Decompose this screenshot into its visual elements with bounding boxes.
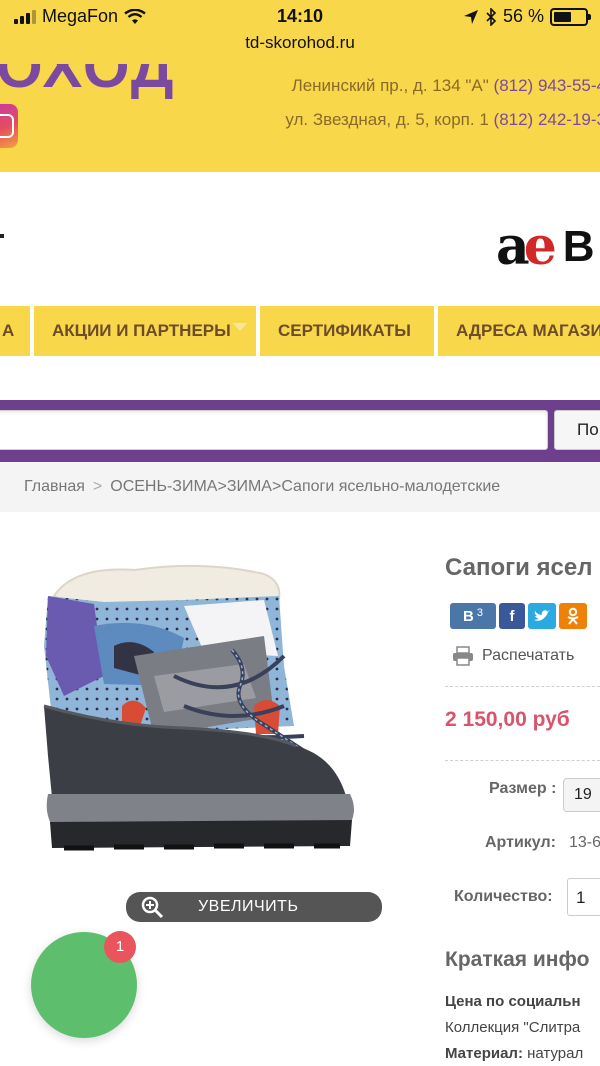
product-price: 2 150,00 руб (445, 708, 570, 731)
status-bar: MegaFon 14:10 56 % td-skorohod.ru (0, 0, 600, 64)
divider (445, 760, 600, 761)
instagram-icon[interactable] (0, 104, 18, 148)
size-label: Размер : (489, 780, 557, 797)
store-address-1: Ленинский пр., д. 134 "А" (812) 943-55-4 (292, 76, 600, 96)
facebook-share-button[interactable]: f (499, 603, 525, 629)
chat-unread-badge: 1 (104, 931, 136, 963)
site-logo[interactable]: ОХОД (0, 64, 175, 101)
address-text: Ленинский пр., д. 134 "А" (291, 76, 489, 95)
site-header: ОХОД Ленинский пр., д. 134 "А" (812) 943… (0, 64, 600, 172)
print-link[interactable]: Распечатать (452, 646, 574, 666)
breadcrumb-separator: > (92, 478, 103, 495)
nav-item-promotions[interactable]: АКЦИИ И ПАРТНЕРЫ (34, 306, 256, 356)
address-phone[interactable]: (812) 242-19-3 (494, 110, 600, 129)
status-right: 56 % (463, 6, 591, 27)
short-info-title: Краткая инфо (445, 948, 590, 971)
nav-item-store-addresses[interactable]: АДРЕСА МАГАЗИ (438, 306, 600, 356)
main-nav: А АКЦИИ И ПАРТНЕРЫ СЕРТИФИКАТЫ АДРЕСА МА… (0, 302, 600, 358)
product-title: Сапоги ясел (445, 554, 593, 581)
size-select[interactable]: 19 (563, 778, 600, 812)
print-label: Распечатать (482, 647, 575, 664)
store-address-2: ул. Звездная, д. 5, корп. 1 (812) 242-19… (285, 110, 600, 130)
battery-icon (550, 7, 591, 26)
product-image[interactable] (34, 556, 374, 896)
logo-edge (0, 234, 4, 238)
zoom-in-icon (141, 896, 164, 919)
nav-item-catalog[interactable]: А (0, 306, 30, 356)
search-input[interactable] (0, 410, 548, 450)
quantity-input[interactable]: 1 (567, 878, 600, 916)
info-line-social-price: Цена по социальн (445, 993, 581, 1010)
info-line-collection: Коллекция "Слитра (445, 1019, 581, 1036)
share-buttons: В3 f (450, 603, 587, 629)
partner-logo[interactable]: ae B (496, 216, 595, 277)
breadcrumb-home[interactable]: Главная (24, 478, 85, 495)
breadcrumb: Главная > ОСЕНЬ-ЗИМА>ЗИМА>Сапоги ясельно-м… (0, 462, 600, 512)
material-value: натурал (527, 1045, 584, 1062)
address-text: ул. Звездная, д. 5, корп. 1 (285, 110, 489, 129)
zoom-label: УВЕЛИЧИТЬ (198, 898, 299, 915)
partner-logo-mark: ae (496, 216, 557, 277)
divider (445, 686, 600, 687)
dropdown-caret-icon (232, 323, 247, 331)
odnoklassniki-icon (567, 607, 579, 625)
breadcrumb-path[interactable]: ОСЕНЬ-ЗИМА>ЗИМА>Сапоги ясельно-малодетск… (110, 478, 500, 495)
brand-band: ae B (0, 172, 600, 302)
vk-share-count: 3 (476, 607, 483, 619)
info-line-material: Материал: натурал (445, 1045, 583, 1062)
twitter-bird-icon (534, 610, 550, 621)
partner-logo-text: B (562, 221, 595, 271)
zoom-button[interactable]: УВЕЛИЧИТЬ (126, 892, 382, 922)
location-arrow-icon (463, 9, 478, 24)
odnoklassniki-share-button[interactable] (559, 603, 587, 629)
article-value: 13-6 (569, 834, 600, 851)
twitter-share-button[interactable] (528, 603, 556, 629)
quantity-label: Количество: (454, 888, 553, 905)
bluetooth-icon (486, 7, 497, 26)
article-label: Артикул: (485, 834, 556, 851)
search-button[interactable]: По (554, 410, 600, 450)
vk-share-button[interactable]: В3 (450, 603, 496, 629)
address-phone[interactable]: (812) 943-55-4 (494, 76, 600, 95)
material-label: Материал: (445, 1045, 523, 1062)
search-bar: По (0, 400, 600, 462)
nav-item-certificates[interactable]: СЕРТИФИКАТЫ (260, 306, 434, 356)
printer-icon (453, 646, 473, 666)
address-bar-url[interactable]: td-skorohod.ru (0, 33, 600, 53)
battery-percent: 56 % (502, 6, 544, 26)
